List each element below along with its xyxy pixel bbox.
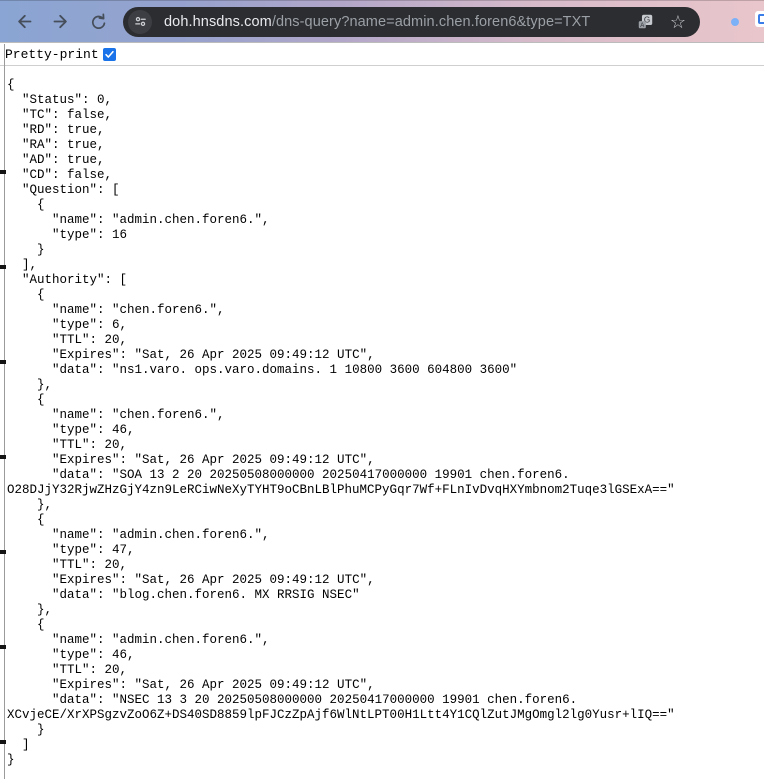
dns-json-output: { "Status": 0, "TC": false, "RD": true, … [7, 78, 675, 767]
browser-toolbar: doh.hnsdns.com/dns-query?name=admin.chen… [0, 0, 764, 43]
site-settings-button[interactable] [128, 9, 152, 34]
reload-button[interactable] [84, 7, 114, 37]
bookmark-star-icon[interactable]: ☆ [669, 13, 687, 31]
forward-button[interactable] [46, 7, 76, 37]
address-bar[interactable]: doh.hnsdns.com/dns-query?name=admin.chen… [123, 6, 700, 37]
left-edge-tick [0, 170, 6, 174]
svg-text:A: A [640, 23, 644, 29]
tune-icon [133, 14, 148, 29]
extension-icon-partial[interactable] [755, 11, 764, 27]
left-edge-tick [0, 740, 6, 744]
left-edge-tick [0, 455, 6, 459]
url-domain: doh.hnsdns.com [164, 13, 272, 30]
left-edge-tick [0, 265, 6, 269]
extension-icon-inner [758, 14, 764, 24]
url-path: /dns-query?name=admin.chen.foren6&type=T… [271, 13, 591, 30]
left-edge-tick [0, 645, 6, 649]
left-edge-tick [0, 360, 6, 364]
checkmark-icon [104, 49, 115, 60]
pretty-print-checkbox[interactable] [102, 47, 116, 61]
window-left-edge-line [4, 44, 5, 779]
left-edge-tick [0, 550, 6, 554]
url-text[interactable]: doh.hnsdns.com/dns-query?name=admin.chen… [164, 14, 628, 30]
translate-icon[interactable]: G A [636, 13, 654, 31]
forward-icon [51, 11, 72, 32]
json-response-area: { "Status": 0, "TC": false, "RD": true, … [0, 66, 764, 778]
back-icon [13, 11, 34, 32]
back-button[interactable] [8, 7, 38, 37]
profile-avatar-ring[interactable] [731, 17, 739, 26]
pretty-print-label: Pretty-print [5, 46, 99, 62]
pretty-print-bar: Pretty-print [0, 43, 764, 66]
reload-icon [89, 12, 109, 32]
